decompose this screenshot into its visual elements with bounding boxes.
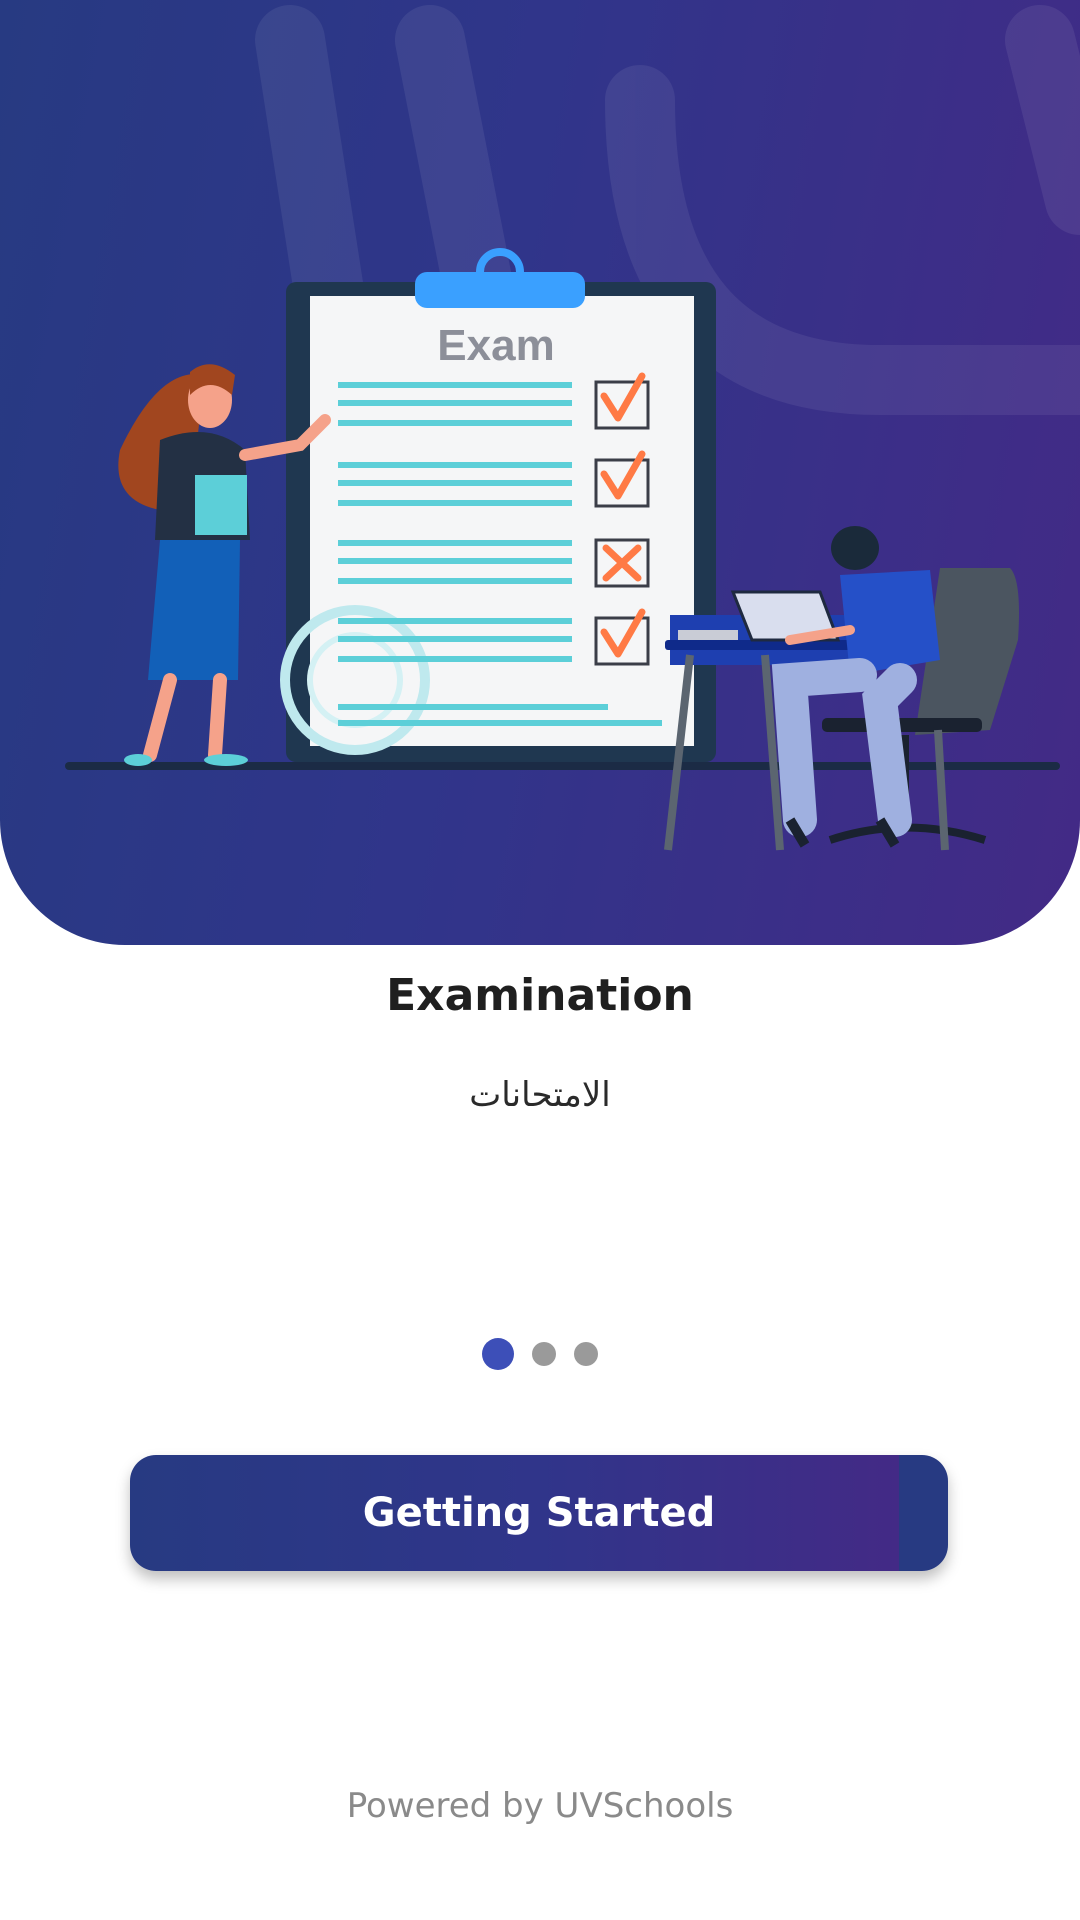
page-dot-2[interactable]	[532, 1342, 556, 1366]
student-desk-scene	[664, 526, 1019, 851]
hero-illustration-panel: Exam	[0, 0, 1080, 945]
clipboard-heading: Exam	[437, 321, 554, 370]
page-dot-1-active[interactable]	[482, 1338, 514, 1370]
powered-by-footer: Powered by UVSchools	[346, 1786, 734, 1826]
page-dot-3[interactable]	[574, 1342, 598, 1366]
getting-started-button[interactable]: Getting Started	[130, 1455, 948, 1571]
onboarding-title: Examination	[386, 970, 694, 1021]
page-indicator	[0, 1338, 1080, 1370]
exam-illustration: Exam	[65, 5, 1080, 851]
onboarding-subtitle-arabic: الامتحانات	[469, 1075, 611, 1115]
clipboard-clip	[415, 272, 585, 308]
